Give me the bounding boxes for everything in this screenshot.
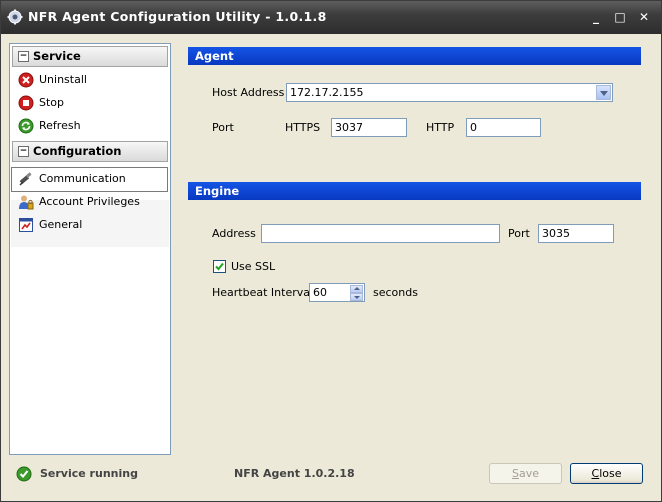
engine-port-input[interactable]: 3035 bbox=[538, 224, 614, 243]
sidebar-item-general[interactable]: General bbox=[12, 214, 166, 236]
engine-address-label: Address bbox=[212, 227, 256, 240]
collapse-icon[interactable]: − bbox=[18, 146, 29, 157]
https-label: HTTPS bbox=[285, 121, 321, 134]
https-port-input[interactable]: 3037 bbox=[331, 118, 407, 137]
account-privileges-icon bbox=[19, 195, 34, 210]
heartbeat-interval-label: Heartbeat Interval bbox=[212, 286, 314, 299]
title-bar[interactable]: NFR Agent Configuration Utility - 1.0.1.… bbox=[1, 1, 661, 34]
service-section-header[interactable]: − Service bbox=[12, 46, 168, 67]
sidebar-item-uninstall[interactable]: Uninstall bbox=[12, 69, 166, 91]
sidebar-item-stop[interactable]: Stop bbox=[12, 92, 166, 114]
agent-section-header: Agent bbox=[188, 47, 641, 65]
sidebar-item-label: Communication bbox=[39, 172, 126, 185]
client-area: − Service Uninstall Stop Refresh − Confi… bbox=[5, 37, 657, 497]
agent-version-text: NFR Agent 1.0.2.18 bbox=[234, 467, 355, 480]
agent-section-title: Agent bbox=[195, 49, 234, 63]
status-ok-icon bbox=[16, 466, 32, 482]
save-button[interactable]: Save bbox=[489, 463, 562, 484]
stop-icon bbox=[18, 95, 34, 111]
close-button-label: lose bbox=[599, 467, 622, 480]
sidebar-item-label: Stop bbox=[39, 96, 65, 109]
minimize-button[interactable]: _ bbox=[589, 10, 603, 24]
engine-section-header: Engine bbox=[188, 182, 641, 200]
uninstall-icon bbox=[18, 72, 34, 88]
status-bar: Service running NFR Agent 1.0.2.18 Save … bbox=[5, 455, 657, 495]
close-window-button[interactable]: ✕ bbox=[637, 10, 651, 24]
heartbeat-unit-label: seconds bbox=[373, 286, 418, 299]
spin-down-icon[interactable] bbox=[350, 293, 363, 301]
host-address-combobox[interactable]: 172.17.2.155 bbox=[286, 83, 613, 102]
use-ssl-label: Use SSL bbox=[231, 260, 276, 273]
engine-address-input[interactable] bbox=[261, 224, 500, 243]
sidebar-item-label: Uninstall bbox=[39, 73, 87, 86]
refresh-icon bbox=[18, 118, 34, 134]
save-button-label: ave bbox=[518, 467, 539, 480]
maximize-button[interactable]: □ bbox=[613, 10, 627, 24]
sidebar: − Service Uninstall Stop Refresh − Confi… bbox=[9, 43, 171, 455]
configuration-section-header[interactable]: − Configuration bbox=[12, 141, 168, 162]
app-window: NFR Agent Configuration Utility - 1.0.1.… bbox=[0, 0, 662, 502]
sidebar-item-refresh[interactable]: Refresh bbox=[12, 115, 166, 137]
configuration-header-label: Configuration bbox=[33, 144, 122, 158]
sidebar-item-label: General bbox=[39, 218, 83, 231]
service-status-text: Service running bbox=[40, 467, 138, 480]
agent-port-label: Port bbox=[212, 121, 234, 134]
sidebar-item-label: Account Privileges bbox=[39, 195, 140, 208]
engine-port-label: Port bbox=[508, 227, 530, 240]
engine-section-title: Engine bbox=[195, 184, 240, 198]
chevron-down-icon[interactable] bbox=[596, 85, 611, 100]
collapse-icon[interactable]: − bbox=[18, 51, 29, 62]
general-icon bbox=[19, 218, 33, 232]
gear-app-icon bbox=[7, 9, 23, 25]
engine-port-value: 3035 bbox=[542, 227, 570, 240]
checkmark-icon bbox=[215, 262, 224, 271]
http-port-input[interactable]: 0 bbox=[466, 118, 541, 137]
heartbeat-interval-spinner[interactable]: 60 bbox=[309, 283, 365, 302]
communication-icon bbox=[19, 172, 32, 186]
use-ssl-checkbox[interactable] bbox=[213, 260, 226, 273]
spin-up-icon[interactable] bbox=[350, 285, 363, 293]
sidebar-item-communication[interactable]: Communication bbox=[11, 167, 168, 192]
service-header-label: Service bbox=[33, 49, 81, 63]
main-panel: Agent Host Address 172.17.2.155 Port HTT… bbox=[188, 47, 641, 447]
close-button[interactable]: Close bbox=[570, 463, 643, 484]
http-label: HTTP bbox=[426, 121, 455, 134]
http-port-value: 0 bbox=[470, 121, 477, 134]
sidebar-item-label: Refresh bbox=[39, 119, 81, 132]
https-port-value: 3037 bbox=[335, 121, 363, 134]
window-title: NFR Agent Configuration Utility - 1.0.1.… bbox=[28, 9, 327, 24]
save-button-mnemonic: S bbox=[511, 467, 519, 480]
heartbeat-interval-value: 60 bbox=[313, 286, 327, 299]
host-address-label: Host Address bbox=[212, 86, 285, 99]
sidebar-item-account-privileges[interactable]: Account Privileges bbox=[12, 191, 166, 213]
host-address-value: 172.17.2.155 bbox=[290, 86, 364, 99]
